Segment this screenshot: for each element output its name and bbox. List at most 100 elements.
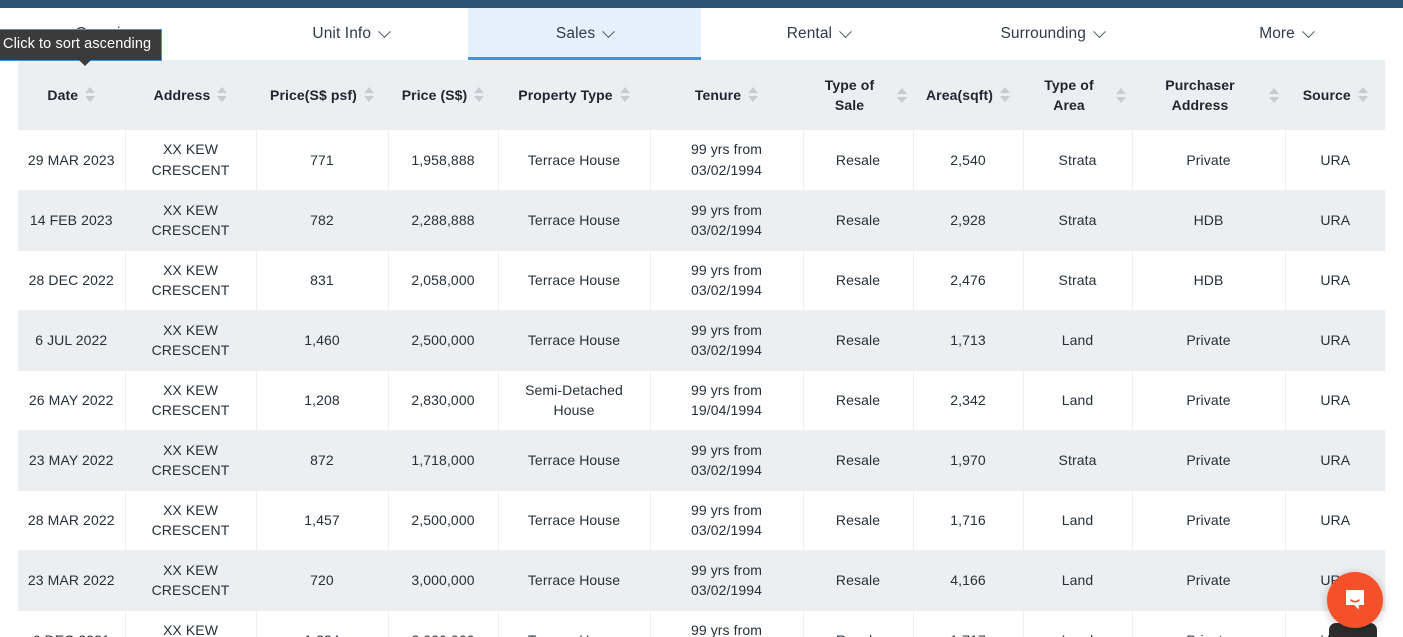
column-header-address[interactable]: Address (125, 60, 257, 130)
column-header-price-s[interactable]: Price (S$) (388, 60, 499, 130)
column-header-inner: Price (S$) (395, 85, 492, 105)
sort-arrows-icon[interactable] (85, 87, 96, 103)
cell-type-of-area: Land (1023, 550, 1133, 611)
sort-arrows-icon[interactable] (896, 87, 907, 103)
cell-area-sqft: 1,717 (913, 610, 1024, 637)
column-header-date[interactable]: Date (18, 60, 126, 130)
sales-table-container[interactable]: Date Address Price(S$ psf) Price (S$) Proper… (18, 60, 1385, 637)
cell-type-of-sale: Resale (803, 610, 914, 637)
column-header-type-of-area[interactable]: Type of Area (1023, 60, 1133, 130)
cell-source: URA (1285, 250, 1385, 311)
nav-tab-label: Unit Info (312, 25, 372, 42)
cell-purchaser-address: HDB (1132, 190, 1286, 251)
nav-tab-label: Surrounding (1000, 25, 1086, 42)
column-header-source[interactable]: Source (1285, 60, 1385, 130)
cell-price-psf: 1,234 (256, 610, 389, 637)
cell-type-of-sale: Resale (803, 550, 914, 611)
nav-tab-label: More (1259, 25, 1295, 42)
column-header-type-of-sale[interactable]: Type of Sale (803, 60, 914, 130)
cell-address: XX KEW CRESCENT (125, 190, 257, 251)
sort-arrows-icon[interactable] (748, 87, 759, 103)
table-row[interactable]: 28 MAR 2022 XX KEW CRESCENT 1,457 2,500,000… (18, 490, 1385, 551)
nav-tab-label: Sales (555, 25, 596, 42)
cell-price: 2,500,000 (388, 490, 499, 551)
cell-property-type: Semi-Detached House (498, 370, 651, 431)
column-header-label: Price(S$ psf) (270, 86, 357, 103)
cell-address: XX KEW CRESCENT (125, 430, 257, 491)
table-row[interactable]: 6 DEC 2021XX KEW CRESCENT1,2342,000,000T… (18, 610, 1385, 637)
column-header-label: Purchaser Address (1165, 76, 1235, 113)
table-header-row: Date Address Price(S$ psf) Price (S$) Proper… (18, 60, 1385, 130)
chevron-down-icon (839, 24, 852, 38)
cell-price: 2,830,000 (388, 370, 499, 431)
sort-arrows-icon[interactable] (1115, 87, 1126, 103)
chat-bubble-icon (1342, 587, 1368, 613)
cell-type-of-area: Land (1023, 310, 1133, 371)
cell-source: URA (1285, 370, 1385, 431)
cell-price: 1,718,000 (388, 430, 499, 491)
table-row[interactable]: 23 MAY 2022 XX KEW CRESCENT 872 1,718,000 Te… (18, 430, 1385, 491)
column-header-inner: Tenure (657, 85, 797, 105)
cell-type-of-area: Land (1023, 490, 1133, 551)
cell-purchaser-address: Private (1132, 310, 1286, 371)
nav-tab-surrounding[interactable]: Surrounding (935, 8, 1169, 60)
nav-tab-more[interactable]: More (1169, 8, 1403, 60)
cell-purchaser-address: Private (1132, 370, 1286, 431)
sort-tooltip: Click to sort ascending (0, 29, 163, 61)
cell-source: URA (1285, 310, 1385, 371)
cell-price-psf: 771 (256, 130, 389, 191)
cell-property-type: Terrace House (498, 430, 651, 491)
column-header-inner: Property Type (505, 85, 644, 105)
cell-type-of-area: Strata (1023, 190, 1133, 251)
table-row[interactable]: 26 MAY 2022 XX KEW CRESCENT 1,208 2,830,000… (18, 370, 1385, 431)
sort-arrows-icon[interactable] (1357, 87, 1368, 103)
cell-price: 2,058,000 (388, 250, 499, 311)
intercom-messenger-button[interactable] (1327, 572, 1383, 628)
cell-area-sqft: 2,928 (913, 190, 1024, 251)
cell-area-sqft: 1,716 (913, 490, 1024, 551)
cell-type-of-area: Strata (1023, 250, 1133, 311)
cell-tenure: 99 yrs from 03/02/1994 (650, 130, 804, 191)
chevron-down-icon (378, 24, 391, 38)
cell-type-of-sale: Resale (803, 490, 914, 551)
nav-tab-unit-info[interactable]: Unit Info (234, 8, 468, 60)
sort-arrows-icon[interactable] (1268, 87, 1279, 103)
sort-arrows-icon[interactable] (619, 87, 630, 103)
column-header-property-type[interactable]: Property Type (498, 60, 651, 130)
table-row[interactable]: 29 MAR 2023 XX KEW CRESCENT 771 1,958,888 Te… (18, 130, 1385, 191)
column-header-purchaser-address[interactable]: Purchaser Address (1132, 60, 1286, 130)
sales-transactions-page: OverviewUnit InfoSalesRentalSurroundingM… (0, 0, 1403, 637)
cell-date: 28 DEC 2022 (18, 250, 126, 311)
sort-arrows-icon[interactable] (474, 87, 485, 103)
cell-type-of-sale: Resale (803, 370, 914, 431)
column-header-label: Tenure (694, 86, 742, 103)
sort-arrows-icon[interactable] (1000, 87, 1011, 103)
cell-type-of-area: Land (1023, 610, 1133, 637)
column-header-label: Price (S$) (401, 86, 468, 103)
cell-type-of-area: Strata (1023, 130, 1133, 191)
cell-property-type: Terrace House (498, 250, 651, 311)
cell-price: 2,288,888 (388, 190, 499, 251)
cell-price: 2,500,000 (388, 310, 499, 371)
cell-type-of-sale: Resale (803, 310, 914, 371)
sales-transactions-table: Date Address Price(S$ psf) Price (S$) Proper… (18, 60, 1385, 637)
sort-arrows-icon[interactable] (363, 87, 374, 103)
sort-arrows-icon[interactable] (217, 87, 228, 103)
cell-date: 14 FEB 2023 (18, 190, 126, 251)
cell-date: 29 MAR 2023 (18, 130, 126, 191)
column-header-area-sqft[interactable]: Area(sqft) (913, 60, 1024, 130)
column-header-price-s-psf[interactable]: Price(S$ psf) (256, 60, 389, 130)
column-header-tenure[interactable]: Tenure (650, 60, 804, 130)
cell-tenure: 99 yrs from 03/02/1994 (650, 190, 804, 251)
nav-tab-sales[interactable]: Sales (467, 8, 702, 60)
table-row[interactable]: 14 FEB 2023 XX KEW CRESCENT 782 2,288,888 Te… (18, 190, 1385, 251)
cell-type-of-sale: Resale (803, 250, 914, 311)
cell-property-type: Terrace House (498, 310, 651, 371)
table-row[interactable]: 28 DEC 2022 XX KEW CRESCENT 831 2,058,000 Te… (18, 250, 1385, 311)
table-row[interactable]: 6 JUL 2022 XX KEW CRESCENT 1,460 2,500,000 T… (18, 310, 1385, 371)
chevron-down-icon (1302, 24, 1315, 38)
table-row[interactable]: 23 MAR 2022 XX KEW CRESCENT 720 3,000,000 Te… (18, 550, 1385, 611)
cell-purchaser-address: Private (1132, 130, 1286, 191)
nav-tab-rental[interactable]: Rental (701, 8, 935, 60)
cell-property-type: Terrace House (498, 550, 651, 611)
